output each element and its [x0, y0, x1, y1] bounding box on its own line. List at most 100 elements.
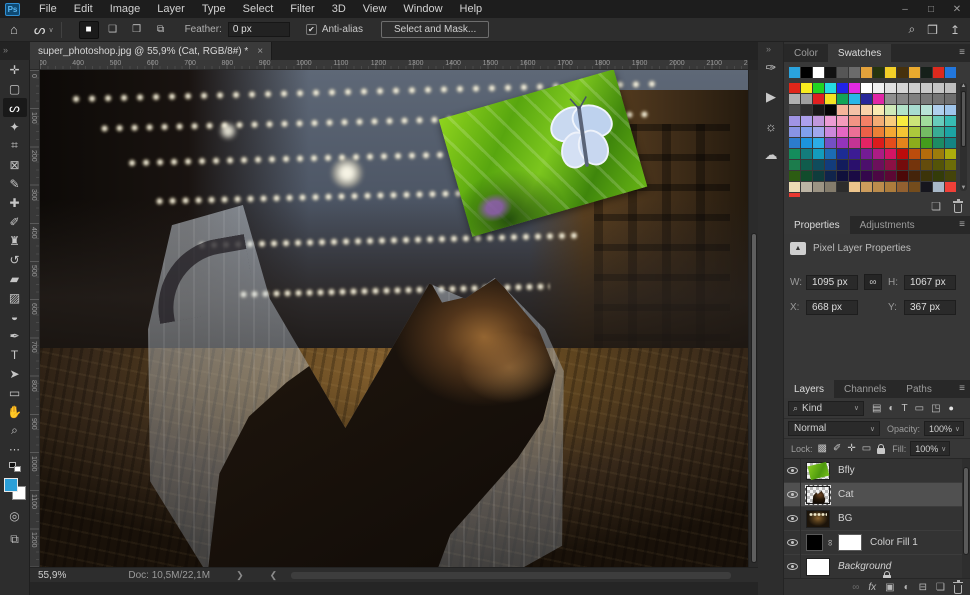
swatch[interactable]: [801, 105, 812, 115]
tab-swatches[interactable]: Swatches: [828, 44, 891, 62]
swatch[interactable]: [837, 182, 848, 192]
menu-type[interactable]: Type: [202, 3, 226, 15]
recent-swatch[interactable]: [861, 67, 872, 78]
menu-edit[interactable]: Edit: [74, 3, 93, 15]
swatch[interactable]: [873, 182, 884, 192]
scroll-up-icon[interactable]: ▲: [960, 83, 967, 89]
swatch[interactable]: [897, 83, 908, 93]
intersect-selection-mode[interactable]: ⧉: [151, 21, 171, 39]
swatch[interactable]: [837, 160, 848, 170]
swatch[interactable]: [933, 83, 944, 93]
layer-row-cat[interactable]: Cat: [784, 483, 970, 507]
antialias-checkbox[interactable]: ✔: [306, 24, 317, 35]
layer-visibility-toggle[interactable]: [784, 459, 801, 483]
swatch[interactable]: [861, 182, 872, 192]
swatch[interactable]: [921, 83, 932, 93]
swatch[interactable]: [921, 160, 932, 170]
layer-row-background[interactable]: Background: [784, 555, 970, 578]
zoom-level-field[interactable]: 55,9%: [38, 570, 66, 581]
subtract-selection-mode[interactable]: ❒: [127, 21, 147, 39]
swatch[interactable]: [933, 127, 944, 137]
close-button[interactable]: ✕: [944, 4, 970, 15]
layers-scrollbar-thumb[interactable]: [963, 467, 969, 555]
swatch[interactable]: [945, 127, 956, 137]
swatch[interactable]: [897, 138, 908, 148]
swatch[interactable]: [921, 127, 932, 137]
vertical-scrollbar[interactable]: [748, 70, 758, 567]
share-icon[interactable]: ↥: [950, 23, 960, 37]
swatch[interactable]: [909, 182, 920, 192]
eyedropper-tool[interactable]: ✎: [3, 174, 27, 193]
swatch[interactable]: [789, 127, 800, 137]
adjustment-layer-button[interactable]: ◐: [904, 582, 910, 593]
recent-swatch[interactable]: [849, 67, 860, 78]
pen-tool[interactable]: ✒: [3, 326, 27, 345]
swatch[interactable]: [897, 116, 908, 126]
swatch[interactable]: [909, 149, 920, 159]
vertical-scrollbar-thumb[interactable]: [751, 233, 757, 563]
gradient-tool[interactable]: ▨: [3, 288, 27, 307]
brush-tool[interactable]: ✐: [3, 212, 27, 231]
swatch[interactable]: [897, 94, 908, 104]
swatch[interactable]: [825, 138, 836, 148]
swatch[interactable]: [813, 149, 824, 159]
swatch[interactable]: [933, 171, 944, 181]
spot-healing-brush-tool[interactable]: ✚: [3, 193, 27, 212]
swatch[interactable]: [825, 182, 836, 192]
swatch[interactable]: [837, 116, 848, 126]
new-group-button[interactable]: ⊟: [919, 582, 927, 593]
swatch[interactable]: [837, 94, 848, 104]
swatch[interactable]: [861, 171, 872, 181]
background-photo-thumbnail[interactable]: [806, 510, 830, 528]
swatch[interactable]: [945, 94, 956, 104]
swatch[interactable]: [873, 160, 884, 170]
swatch[interactable]: [945, 105, 956, 115]
layer-row-color-fill-1[interactable]: ∞Color Fill 1: [784, 531, 970, 555]
tab-paths[interactable]: Paths: [896, 380, 942, 398]
recent-swatch[interactable]: [801, 67, 812, 78]
quick-mask-button[interactable]: ◎: [9, 509, 19, 523]
swatch[interactable]: [885, 127, 896, 137]
delete-layer-button[interactable]: [954, 585, 962, 594]
y-field[interactable]: 367 px: [904, 300, 956, 315]
recent-swatch[interactable]: [945, 67, 956, 78]
swatch[interactable]: [885, 94, 896, 104]
swatch[interactable]: [921, 149, 932, 159]
lock-transparency-icon[interactable]: ▩: [818, 443, 827, 454]
swatch[interactable]: [837, 171, 848, 181]
layer-row-bg[interactable]: BG: [784, 507, 970, 531]
layer-visibility-toggle[interactable]: [784, 507, 801, 531]
swatch[interactable]: [921, 105, 932, 115]
menu-image[interactable]: Image: [110, 3, 141, 15]
swatch[interactable]: [861, 160, 872, 170]
swatch[interactable]: [801, 127, 812, 137]
menu-window[interactable]: Window: [403, 3, 442, 15]
height-field[interactable]: 1067 px: [904, 275, 956, 290]
marquee-tool[interactable]: ▢: [3, 79, 27, 98]
swatch[interactable]: [789, 105, 800, 115]
swatch[interactable]: [909, 138, 920, 148]
swatch[interactable]: [945, 182, 956, 192]
swatch[interactable]: [813, 83, 824, 93]
lasso-tool[interactable]: ᔕ: [3, 98, 27, 117]
recent-swatch[interactable]: [789, 67, 800, 78]
type-tool[interactable]: T: [3, 345, 27, 364]
swatch[interactable]: [813, 127, 824, 137]
hand-tool[interactable]: ✋: [3, 402, 27, 421]
frame-tool[interactable]: ⊠: [3, 155, 27, 174]
swatch[interactable]: [813, 171, 824, 181]
swatch[interactable]: [849, 116, 860, 126]
swatch[interactable]: [909, 127, 920, 137]
swatch[interactable]: [921, 94, 932, 104]
path-selection-tool[interactable]: ➤: [3, 364, 27, 383]
swatch[interactable]: [933, 182, 944, 192]
recent-swatch[interactable]: [909, 67, 920, 78]
horizontal-scrollbar-thumb[interactable]: [291, 572, 731, 579]
layer-mask-thumbnail[interactable]: [838, 534, 862, 551]
lock-move-icon[interactable]: ✛: [847, 443, 855, 454]
recent-swatch[interactable]: [837, 67, 848, 78]
layer-filter-kind-dropdown[interactable]: ⌕ Kind ∨: [788, 401, 864, 416]
swatch[interactable]: [861, 83, 872, 93]
zoom-tool[interactable]: ⌕: [3, 421, 27, 440]
swatch[interactable]: [933, 116, 944, 126]
